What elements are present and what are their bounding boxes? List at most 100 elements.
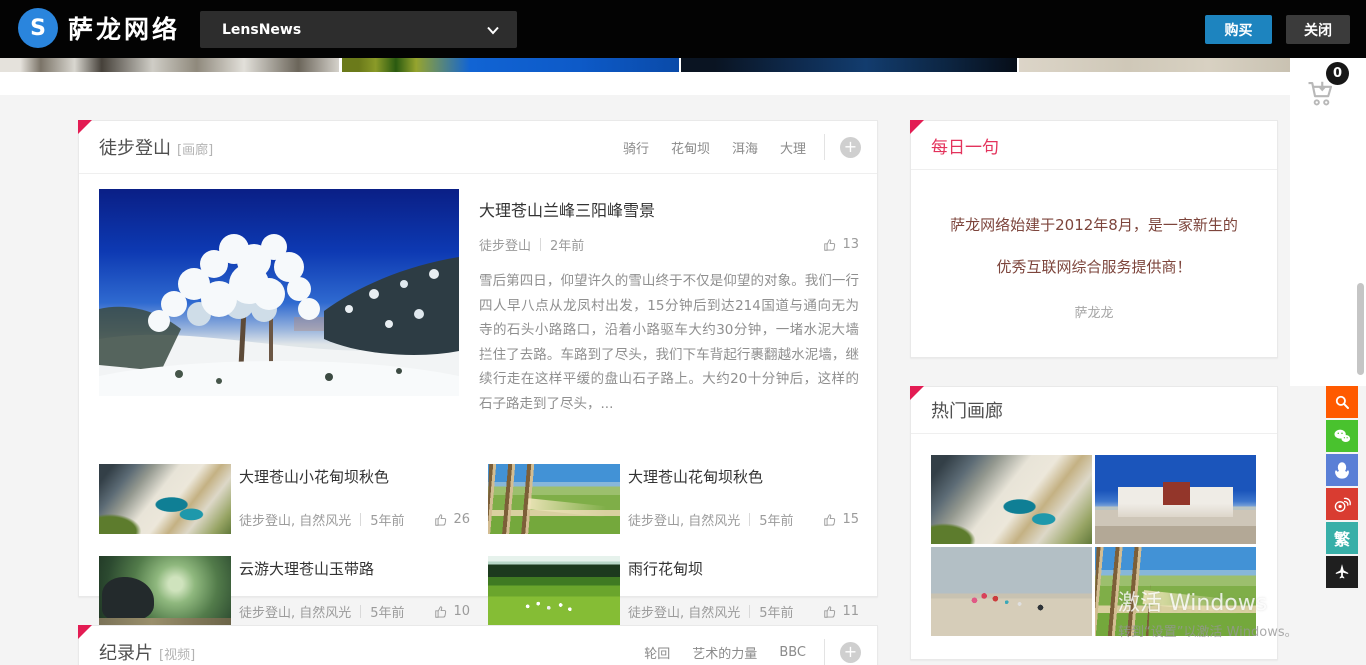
article-thumbnail[interactable]: [99, 464, 231, 534]
banner-slide-sand[interactable]: [1019, 58, 1290, 72]
meta-divider: [749, 605, 750, 618]
logo-icon: S: [18, 8, 58, 48]
close-button[interactable]: 关闭: [1286, 15, 1350, 44]
article-time: 2年前: [550, 235, 584, 254]
weibo-share-button[interactable]: [1326, 488, 1358, 520]
section-type-label: [视频]: [159, 648, 195, 663]
meta-divider: [540, 238, 541, 251]
article-title[interactable]: 云游大理苍山玉带路: [239, 558, 470, 579]
add-more-button[interactable]: +: [840, 642, 861, 663]
corner-ribbon: [78, 625, 92, 639]
like-count[interactable]: 11: [823, 604, 859, 619]
section-header: 纪录片 [视频] 轮回 艺术的力量 BBC +: [79, 626, 877, 665]
widget-header: 热门画廊: [911, 387, 1277, 434]
article-thumbnail[interactable]: [488, 464, 620, 534]
search-button[interactable]: [1326, 386, 1358, 418]
like-number: 10: [453, 604, 470, 619]
like-count[interactable]: 13: [823, 237, 859, 252]
tag-link[interactable]: 洱海: [732, 138, 758, 157]
article-thumbnail[interactable]: [488, 556, 620, 626]
gallery-thumbnail[interactable]: [1095, 547, 1256, 636]
article-title[interactable]: 大理苍山花甸坝秋色: [628, 466, 859, 487]
qq-share-button[interactable]: [1326, 454, 1358, 486]
article-meta: 徒步登山, 自然风光 5年前 26: [239, 510, 470, 529]
floating-toolbar: 繁: [1326, 386, 1358, 590]
like-count[interactable]: 10: [434, 604, 470, 619]
like-number: 13: [842, 237, 859, 252]
section-header: 徒步登山[画廊] 骑行 花甸坝 洱海 大理 +: [79, 121, 877, 174]
corner-ribbon: [910, 120, 924, 134]
article-category[interactable]: 徒步登山, 自然风光: [628, 602, 740, 621]
top-header: S 萨龙网络 LensNews 购买 关闭: [0, 0, 1366, 58]
buy-button[interactable]: 购买: [1205, 15, 1272, 44]
thumbs-up-icon: [823, 513, 837, 527]
list-item: 云游大理苍山玉带路 徒步登山, 自然风光 5年前 10: [99, 556, 470, 626]
like-count[interactable]: 26: [434, 512, 470, 527]
featured-article-excerpt: 雪后第四日，仰望许久的雪山终于不仅是仰望的对象。我们一行四人早八点从龙凤村出发，…: [479, 269, 859, 417]
article-title[interactable]: 大理苍山小花甸坝秋色: [239, 466, 470, 487]
featured-article-title[interactable]: 大理苍山兰峰三阳峰雪景: [479, 197, 859, 221]
site-logo[interactable]: S 萨龙网络: [18, 8, 180, 48]
cart-button[interactable]: 0: [1306, 62, 1356, 112]
featured-article: 大理苍山兰峰三阳峰雪景 徒步登山 2年前 13 雪后第四日，仰望许久的雪山终于不…: [479, 189, 859, 396]
article-category[interactable]: 徒步登山, 自然风光: [239, 602, 351, 621]
add-more-button[interactable]: +: [840, 137, 861, 158]
tag-link[interactable]: 艺术的力量: [692, 643, 757, 662]
traditional-label: 繁: [1334, 526, 1350, 550]
gallery-thumbnail[interactable]: [1095, 455, 1256, 544]
like-number: 26: [453, 512, 470, 527]
site-title: 萨龙网络: [68, 10, 180, 46]
header-divider: [824, 134, 825, 160]
thumbs-up-icon: [823, 605, 837, 619]
scrollbar-thumb[interactable]: [1357, 283, 1364, 375]
section-title[interactable]: 纪录片: [99, 643, 153, 664]
header-divider: [824, 639, 825, 665]
back-to-top-button[interactable]: [1326, 556, 1358, 588]
tag-link[interactable]: 花甸坝: [671, 138, 710, 157]
widget-header: 每日一句: [911, 121, 1277, 170]
cart-count-badge: 0: [1326, 62, 1349, 85]
like-count[interactable]: 15: [823, 512, 859, 527]
tag-link[interactable]: 大理: [780, 138, 806, 157]
article-category[interactable]: 徒步登山, 自然风光: [239, 510, 351, 529]
meta-divider: [360, 513, 361, 526]
banner-slide-snow[interactable]: [0, 58, 339, 72]
wechat-icon: [1332, 427, 1352, 445]
tag-link[interactable]: 轮回: [644, 643, 670, 662]
corner-ribbon: [910, 386, 924, 400]
widget-hot-galleries: 热门画廊: [910, 386, 1278, 660]
banner-slide-dark[interactable]: [681, 58, 1017, 72]
meta-divider: [749, 513, 750, 526]
article-category[interactable]: 徒步登山, 自然风光: [628, 510, 740, 529]
site-switcher-dropdown[interactable]: LensNews: [200, 11, 517, 48]
widget-title: 热门画廊: [931, 397, 1003, 423]
gallery-thumbnail[interactable]: [931, 547, 1092, 636]
article-grid: 大理苍山小花甸坝秋色 徒步登山, 自然风光 5年前 26: [99, 464, 859, 626]
section-title[interactable]: 徒步登山: [99, 138, 171, 159]
article-title[interactable]: 雨行花甸坝: [628, 558, 859, 579]
article-category[interactable]: 徒步登山: [479, 235, 531, 254]
section-documentary-video: 纪录片 [视频] 轮回 艺术的力量 BBC +: [78, 625, 878, 665]
featured-article-image[interactable]: [99, 189, 459, 396]
gallery-grid: [911, 434, 1277, 636]
tag-link[interactable]: BBC: [779, 645, 806, 660]
snow-mountain-scene: [99, 189, 459, 396]
article-meta: 徒步登山, 自然风光 5年前 10: [239, 602, 470, 621]
featured-article-meta: 徒步登山 2年前 13: [479, 235, 859, 254]
plane-up-icon: [1333, 563, 1351, 581]
gallery-thumbnail[interactable]: [931, 455, 1092, 544]
wechat-share-button[interactable]: [1326, 420, 1358, 452]
widget-title: 每日一句: [931, 133, 999, 158]
daily-quote-text: 萨龙网络始建于2012年8月，是一家新生的优秀互联网综合服务提供商！: [911, 170, 1277, 288]
tag-link[interactable]: 骑行: [623, 138, 649, 157]
section-title-group: 纪录片 [视频]: [99, 639, 195, 665]
article-thumbnail[interactable]: [99, 556, 231, 626]
thumbs-up-icon: [434, 513, 448, 527]
banner-slide-leaves[interactable]: [342, 58, 679, 72]
article-time: 5年前: [759, 510, 793, 529]
traditional-chinese-toggle[interactable]: 繁: [1326, 522, 1358, 554]
like-number: 15: [842, 512, 859, 527]
article-time: 5年前: [759, 602, 793, 621]
list-item: 雨行花甸坝 徒步登山, 自然风光 5年前 11: [488, 556, 859, 626]
site-switcher-value: LensNews: [222, 22, 301, 38]
